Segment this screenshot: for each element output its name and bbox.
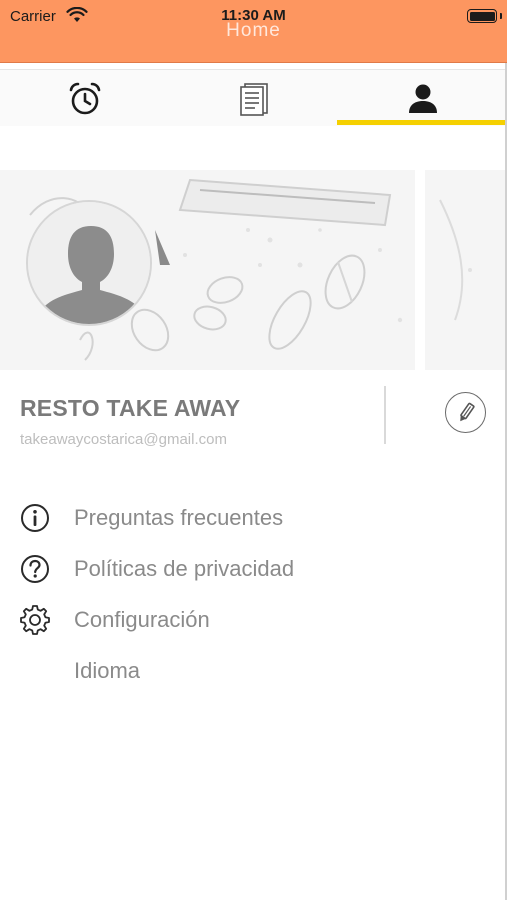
menu-item-privacy[interactable]: Políticas de privacidad	[0, 544, 507, 594]
alarm-clock-icon	[69, 82, 100, 114]
vertical-divider	[384, 386, 386, 444]
page-title: Home	[226, 20, 281, 41]
tab-alarms[interactable]	[0, 70, 169, 127]
menu-item-language[interactable]: Idioma	[0, 646, 507, 696]
profile-email: takeawaycostarica@gmail.com	[20, 431, 227, 448]
edit-profile-button[interactable]	[445, 392, 486, 433]
profile-name: RESTO TAKE AWAY	[20, 395, 241, 421]
gear-icon	[20, 605, 50, 635]
menu-item-label: Idioma	[74, 658, 141, 683]
tab-selected-indicator	[337, 120, 507, 125]
question-icon	[21, 555, 49, 583]
avatar[interactable]	[26, 200, 152, 326]
navigation-header: Carrier 11:30 AM Home	[0, 0, 507, 63]
battery-tip	[500, 13, 502, 19]
document-list-icon	[239, 82, 268, 116]
user-icon	[408, 84, 437, 113]
menu-item-faq[interactable]: Preguntas frecuentes	[0, 493, 507, 543]
menu-item-label: Preguntas frecuentes	[74, 505, 284, 530]
menu-item-label: Configuración	[74, 607, 210, 632]
tab-profile[interactable]	[338, 70, 507, 127]
menu-item-label: Políticas de privacidad	[74, 556, 295, 581]
default-avatar-silhouette	[28, 202, 150, 324]
tab-bar	[0, 69, 507, 126]
info-icon	[21, 504, 49, 532]
tab-orders[interactable]	[169, 70, 338, 127]
menu-item-settings[interactable]: Configuración	[0, 595, 507, 645]
pencil-icon	[459, 402, 475, 421]
